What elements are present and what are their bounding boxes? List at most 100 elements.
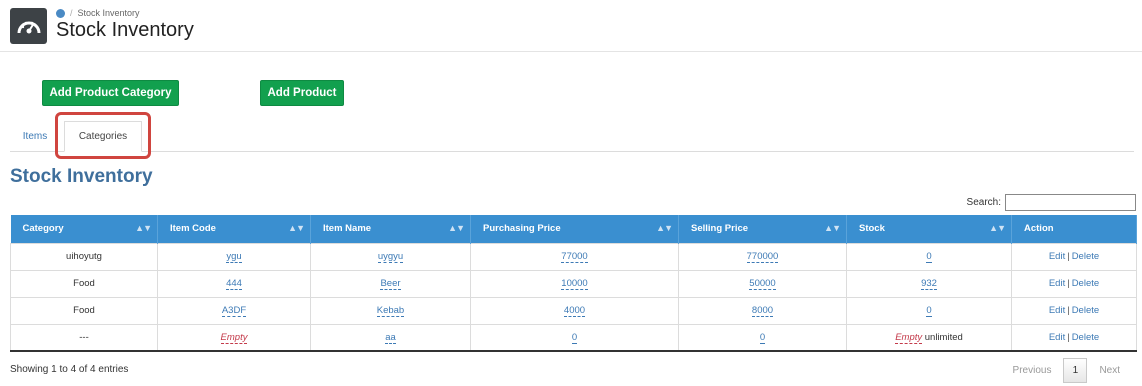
stock-suffix: unlimited	[924, 331, 963, 343]
selling-price-editable[interactable]: 8000	[751, 305, 774, 317]
action-separator: |	[1067, 305, 1070, 316]
item-code-editable[interactable]: ygu	[226, 251, 242, 263]
stock-editable[interactable]: Empty	[895, 331, 923, 344]
cell-stock: Empty unlimited	[846, 323, 1012, 352]
action-separator: |	[1067, 278, 1070, 289]
cell-selling-price: 770000	[678, 242, 847, 271]
column-header-selling-price[interactable]: Selling Price ▲▼	[678, 215, 847, 243]
table-info: Showing 1 to 4 of 4 entries	[10, 364, 129, 375]
cell-item-code: Empty	[157, 323, 311, 352]
dashboard-gauge-icon	[10, 8, 47, 44]
purchasing-price-editable[interactable]: 4000	[563, 305, 586, 317]
item-name-editable[interactable]: uygyu	[377, 251, 404, 263]
category-value: ---	[79, 331, 89, 343]
cell-purchasing-price: 4000	[470, 296, 679, 325]
item-name-editable[interactable]: Kebab	[376, 305, 405, 317]
cell-stock: 932	[846, 269, 1012, 298]
item-code-editable[interactable]: 444	[226, 278, 242, 290]
page-title: Stock Inventory	[56, 19, 194, 41]
home-icon[interactable]	[56, 8, 65, 18]
stock-editable[interactable]: 0	[926, 305, 932, 317]
table-row: Food A3DF Kebab 4000 8000 0 Edit | Delete	[10, 296, 1137, 325]
cell-purchasing-price: 77000	[470, 242, 679, 271]
cell-purchasing-price: 10000	[470, 269, 679, 298]
item-name-editable[interactable]: Beer	[380, 278, 401, 290]
item-code-editable[interactable]: A3DF	[221, 305, 247, 317]
add-product-button[interactable]: Add Product	[260, 80, 344, 106]
sort-icon: ▲▼	[448, 223, 465, 233]
cell-category: uihoyutg	[10, 242, 158, 271]
category-value: uihoyutg	[66, 251, 102, 262]
cell-category: Food	[10, 269, 158, 298]
cell-action: Edit | Delete	[1011, 269, 1137, 298]
edit-link[interactable]: Edit	[1049, 305, 1065, 316]
category-value: Food	[73, 305, 95, 316]
cell-purchasing-price: 0	[470, 323, 679, 352]
action-separator: |	[1067, 331, 1070, 343]
category-value: Food	[73, 278, 95, 289]
inventory-table: Category ▲▼ Item Code ▲▼ Item Name ▲▼ Purch…	[10, 215, 1137, 352]
delete-link[interactable]: Delete	[1072, 278, 1099, 289]
purchasing-price-editable[interactable]: 10000	[561, 278, 588, 290]
item-code-editable[interactable]: Empty	[220, 331, 248, 344]
page-header: / Stock Inventory Stock Inventory	[0, 0, 1142, 52]
tab-items[interactable]: Items	[12, 121, 58, 151]
cell-action: Edit | Delete	[1011, 323, 1137, 352]
column-header-item-code[interactable]: Item Code ▲▼	[157, 215, 311, 243]
sort-icon: ▲▼	[989, 223, 1006, 233]
delete-link[interactable]: Delete	[1072, 251, 1099, 262]
cell-category: ---	[10, 323, 158, 352]
cell-item-name: uygyu	[310, 242, 471, 271]
cell-selling-price: 8000	[678, 296, 847, 325]
column-header-item-name[interactable]: Item Name ▲▼	[310, 215, 471, 243]
pagination-page-1[interactable]: 1	[1063, 358, 1088, 383]
delete-link[interactable]: Delete	[1072, 305, 1099, 316]
purchasing-price-editable[interactable]: 77000	[561, 251, 588, 263]
breadcrumb-current: Stock Inventory	[77, 8, 140, 18]
selling-price-editable[interactable]: 0	[759, 331, 766, 344]
cell-item-name: aa	[310, 323, 471, 352]
column-header-stock[interactable]: Stock ▲▼	[846, 215, 1012, 243]
breadcrumb-separator: /	[70, 8, 73, 18]
purchasing-price-editable[interactable]: 0	[571, 331, 578, 344]
search-input[interactable]	[1005, 194, 1136, 211]
breadcrumb: / Stock Inventory	[56, 8, 140, 18]
cell-selling-price: 0	[678, 323, 847, 352]
cell-selling-price: 50000	[678, 269, 847, 298]
cell-stock: 0	[846, 242, 1012, 271]
stock-editable[interactable]: 0	[926, 251, 932, 263]
stock-editable[interactable]: 932	[921, 278, 937, 290]
cell-action: Edit | Delete	[1011, 242, 1137, 271]
delete-link[interactable]: Delete	[1072, 332, 1099, 343]
action-separator: |	[1067, 251, 1070, 262]
selling-price-editable[interactable]: 770000	[746, 251, 779, 263]
table-row: Food 444 Beer 10000 50000 932 Edit | Delete	[10, 269, 1137, 298]
cell-category: Food	[10, 296, 158, 325]
tab-bar: Items Categories	[10, 116, 1134, 152]
pagination-next[interactable]: Next	[1087, 365, 1132, 376]
section-title: Stock Inventory	[10, 166, 153, 187]
cell-item-name: Kebab	[310, 296, 471, 325]
cell-stock: 0	[846, 296, 1012, 325]
table-row: --- Empty aa 0 0 Empty unlimited Edit | Delete	[10, 323, 1137, 352]
selling-price-editable[interactable]: 50000	[749, 278, 776, 290]
edit-link[interactable]: Edit	[1049, 251, 1065, 262]
edit-link[interactable]: Edit	[1049, 278, 1065, 289]
table-row: uihoyutg ygu uygyu 77000 770000 0 Edit | Delete	[10, 242, 1137, 271]
add-product-category-button[interactable]: Add Product Category	[42, 80, 179, 106]
sort-icon: ▲▼	[824, 223, 841, 233]
sort-icon: ▲▼	[288, 223, 305, 233]
edit-link[interactable]: Edit	[1049, 332, 1065, 343]
sort-icon: ▲▼	[135, 223, 152, 233]
column-header-purchasing-price[interactable]: Purchasing Price ▲▼	[470, 215, 679, 243]
item-name-editable[interactable]: aa	[385, 331, 396, 344]
table-header-row: Category ▲▼ Item Code ▲▼ Item Name ▲▼ Purch…	[10, 215, 1137, 243]
search-box: Search:	[967, 194, 1136, 211]
column-header-category[interactable]: Category ▲▼	[10, 215, 158, 243]
cell-item-code: ygu	[157, 242, 311, 271]
search-label: Search:	[966, 197, 1001, 208]
cell-item-code: 444	[157, 269, 311, 298]
pagination: Previous 1 Next	[1001, 358, 1132, 383]
cell-item-name: Beer	[310, 269, 471, 298]
pagination-previous[interactable]: Previous	[1001, 365, 1064, 376]
